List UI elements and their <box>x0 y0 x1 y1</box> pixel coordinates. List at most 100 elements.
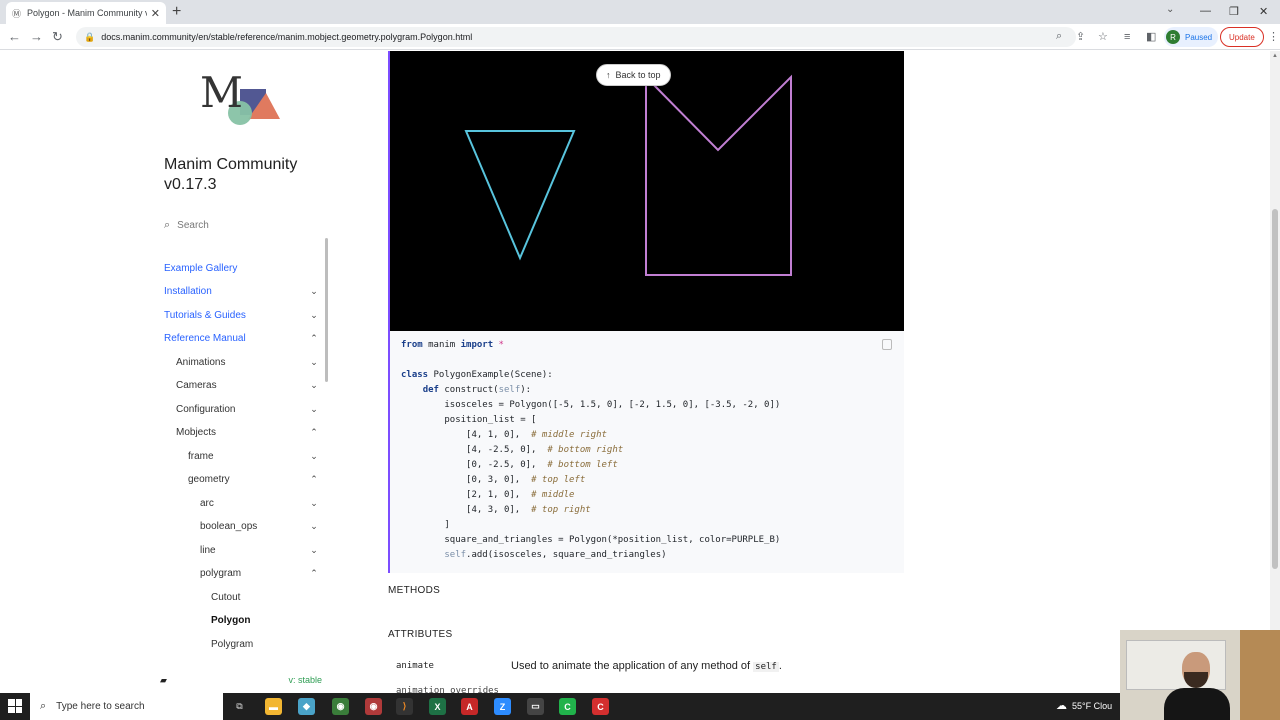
sidebar-item-mobjects[interactable]: Mobjects ⌃ <box>176 422 320 442</box>
attribute-name[interactable]: animate <box>396 661 511 671</box>
task-view-icon[interactable]: ⧉ <box>231 698 248 715</box>
sidebar-item-frame[interactable]: frame ⌄ <box>188 446 320 466</box>
url-text: docs.manim.community/en/stable/reference… <box>101 32 473 42</box>
sidebar-item-polygon[interactable]: Polygon <box>211 610 320 630</box>
sidebar-item-example-gallery[interactable]: Example Gallery <box>164 258 320 278</box>
browser-tab[interactable]: Ⓜ Polygon - Manim Community v ✕ <box>6 2 166 24</box>
attribute-description: Used to animate the application of any m… <box>511 660 782 672</box>
update-button[interactable]: Update <box>1220 27 1264 47</box>
notes-app-icon[interactable]: ◆ <box>298 698 315 715</box>
chrome-profile-icon[interactable]: ◉ <box>365 698 382 715</box>
search-icon: ⌕ <box>40 700 47 712</box>
excel-icon[interactable]: X <box>429 698 446 715</box>
lock-icon: 🔒 <box>84 31 96 42</box>
windows-start-icon[interactable] <box>8 699 22 713</box>
close-window-icon[interactable]: ✕ <box>1259 0 1268 22</box>
file-explorer-icon[interactable]: ▬ <box>265 698 282 715</box>
sidebar-item-line[interactable]: line ⌄ <box>200 540 320 560</box>
chevron-down-icon[interactable]: ⌄ <box>308 310 320 321</box>
site-favicon-icon: Ⓜ <box>12 8 22 19</box>
book-icon: ▰ <box>160 675 167 685</box>
taskbar-search-input[interactable]: ⌕ Type here to search <box>30 693 223 720</box>
manim-logo[interactable]: M <box>200 73 282 129</box>
sidebar-item-reference-manual[interactable]: Reference Manual ⌃ <box>164 328 320 348</box>
chevron-down-icon[interactable]: ⌄ <box>308 404 320 415</box>
tab-title: Polygon - Manim Community v <box>27 8 147 18</box>
search-icon: ⌕ <box>164 219 171 231</box>
page-scrollbar[interactable]: ▲ <box>1270 51 1280 693</box>
sidebar-item-animations[interactable]: Animations ⌄ <box>176 352 320 372</box>
version-switcher[interactable]: ▰ v: stable <box>160 675 322 686</box>
attributes-heading: ATTRIBUTES <box>388 629 453 640</box>
chevron-down-icon[interactable]: ⌄ <box>308 545 320 556</box>
chevron-down-icon[interactable]: ⌄ <box>308 380 320 391</box>
close-tab-icon[interactable]: ✕ <box>151 7 160 20</box>
chevron-down-icon[interactable]: ⌄ <box>308 451 320 462</box>
profile-button[interactable]: R Paused <box>1164 27 1219 47</box>
windows-taskbar: ⌕ Type here to search ⧉ ▬ ◆ ◉ ◉ ⟩ X A Z … <box>0 693 1280 720</box>
chevron-down-icon[interactable]: ⌄ <box>308 286 320 297</box>
project-title[interactable]: Manim Community v0.17.3 <box>164 155 297 195</box>
methods-heading: METHODS <box>388 585 441 596</box>
avatar: R <box>1166 30 1180 44</box>
bookmark-star-icon[interactable]: ☆ <box>1098 29 1108 45</box>
forward-arrow-icon[interactable]: → <box>30 29 43 45</box>
new-tab-icon[interactable]: + <box>172 2 181 22</box>
acrobat-icon[interactable]: A <box>461 698 478 715</box>
chevron-up-icon[interactable]: ⌃ <box>308 474 320 485</box>
arrow-up-icon: ↑ <box>606 70 611 80</box>
share-icon[interactable]: ⇪ <box>1076 29 1085 45</box>
terminal-icon[interactable]: ▭ <box>527 698 544 715</box>
chevron-up-icon[interactable]: ⌃ <box>308 568 320 579</box>
polygon-render <box>464 74 792 276</box>
code-listing: from manim import * class PolygonExample… <box>401 340 781 560</box>
sidebar-scrollbar[interactable] <box>325 238 328 382</box>
url-field[interactable]: 🔒 docs.manim.community/en/stable/referen… <box>76 27 1076 47</box>
code-block[interactable]: from manim import * class PolygonExample… <box>388 331 904 573</box>
sidebar-item-tutorials[interactable]: Tutorials & Guides ⌄ <box>164 305 320 325</box>
chevron-down-icon[interactable]: ⌄ <box>308 357 320 368</box>
restore-icon[interactable]: ❐ <box>1229 0 1239 22</box>
reload-icon[interactable]: ↻ <box>52 29 63 45</box>
weather-widget[interactable]: ☁ 55°F Clou <box>1056 699 1112 712</box>
sidebar-item-configuration[interactable]: Configuration ⌄ <box>176 399 320 419</box>
back-to-top-button[interactable]: ↑ Back to top <box>596 64 671 86</box>
svg-text:M: M <box>200 73 243 117</box>
sidebar-item-cameras[interactable]: Cameras ⌄ <box>176 375 320 395</box>
camtasia-icon[interactable]: C <box>559 698 576 715</box>
side-panel-icon[interactable]: ◧ <box>1146 29 1156 45</box>
chevron-down-icon[interactable]: ⌄ <box>308 498 320 509</box>
chevron-down-icon[interactable]: ⌄ <box>308 521 320 532</box>
chrome-icon[interactable]: ◉ <box>332 698 349 715</box>
docs-sidebar: M Manim Community v0.17.3 ⌕ Search Examp… <box>0 51 328 693</box>
sidebar-item-boolean-ops[interactable]: boolean_ops ⌄ <box>200 516 320 536</box>
copy-icon[interactable] <box>882 339 892 350</box>
tab-search-chevron-icon[interactable]: ⌄ <box>1166 4 1174 15</box>
zoom-icon[interactable]: Z <box>494 698 511 715</box>
recorder-icon[interactable]: C <box>592 698 609 715</box>
sidebar-item-installation[interactable]: Installation ⌄ <box>164 281 320 301</box>
menu-kebab-icon[interactable]: ⋮ <box>1268 30 1279 43</box>
webcam-overlay <box>1120 630 1280 720</box>
profile-status: Paused <box>1185 32 1213 42</box>
scroll-up-icon[interactable]: ▲ <box>1272 53 1278 59</box>
square-and-triangles-polygon <box>645 74 792 276</box>
tab-strip: Ⓜ Polygon - Manim Community v ✕ + ⌄ — ❐ … <box>0 0 1280 24</box>
reading-list-icon[interactable]: ≡ <box>1124 29 1130 45</box>
sidebar-item-polygram[interactable]: polygram ⌃ <box>200 563 320 583</box>
app-icon[interactable]: ⟩ <box>396 698 413 715</box>
scrollbar-thumb[interactable] <box>1272 209 1278 569</box>
chevron-up-icon[interactable]: ⌃ <box>308 333 320 344</box>
minimize-icon[interactable]: — <box>1200 0 1211 22</box>
sidebar-item-geometry[interactable]: geometry ⌃ <box>188 469 320 489</box>
address-bar-row: ← → ↻ 🔒 docs.manim.community/en/stable/r… <box>0 24 1280 50</box>
cloud-icon: ☁ <box>1056 700 1067 712</box>
sidebar-item-cutout[interactable]: Cutout <box>211 587 320 607</box>
search-input[interactable]: ⌕ Search <box>164 219 209 232</box>
chevron-up-icon[interactable]: ⌃ <box>308 427 320 438</box>
back-arrow-icon[interactable]: ← <box>8 29 21 45</box>
zoom-search-icon[interactable]: ⌕ <box>1056 30 1062 43</box>
sidebar-item-polygram-class[interactable]: Polygram <box>211 634 320 654</box>
sidebar-item-arc[interactable]: arc ⌄ <box>200 493 320 513</box>
example-video-output <box>388 51 904 331</box>
